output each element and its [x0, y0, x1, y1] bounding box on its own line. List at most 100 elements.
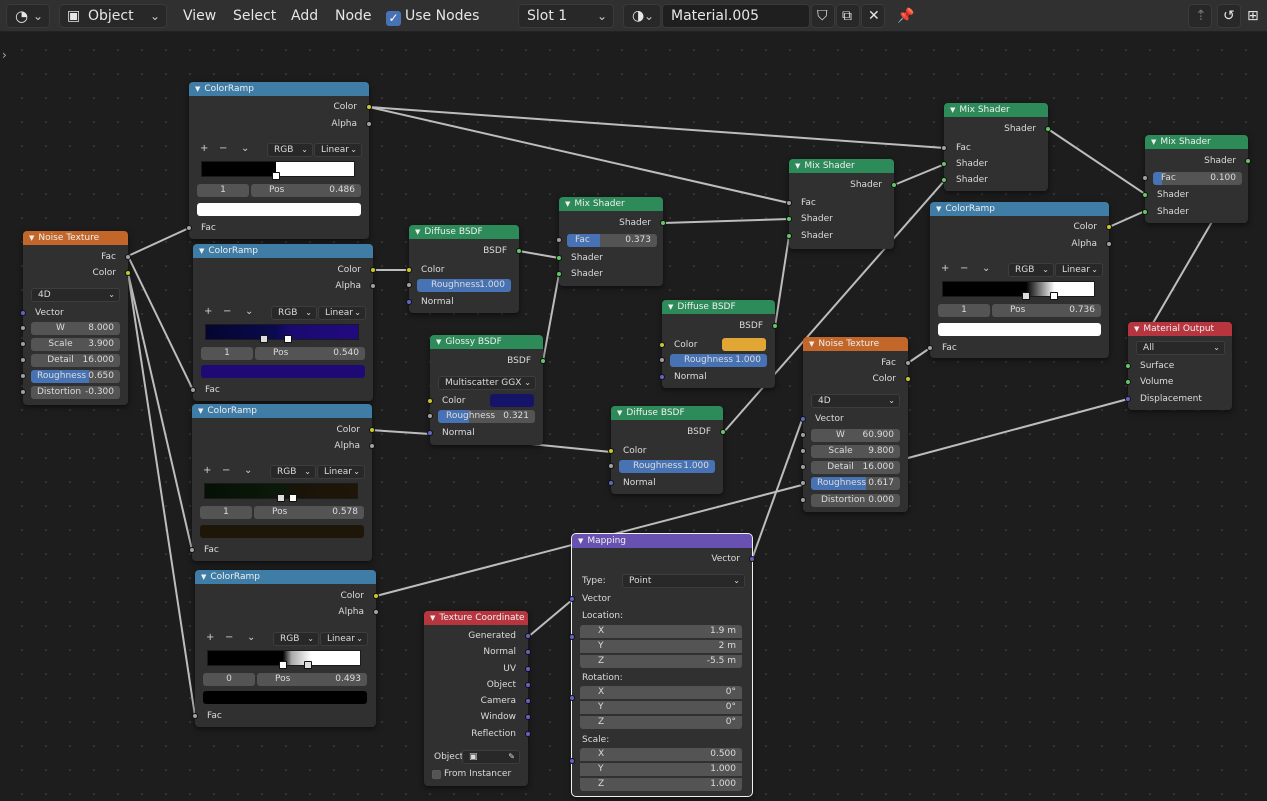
socket-shader-in[interactable] [556, 255, 562, 261]
location-z-field[interactable]: Z -5.5 m [580, 655, 742, 668]
node-material-output[interactable]: ▼ Material Output All ⌄ Surface Volume Dis… [1125, 322, 1232, 410]
socket-fac-in[interactable] [556, 237, 562, 243]
color-ramp-gradient[interactable] [205, 324, 359, 343]
socket-fac-in[interactable] [190, 387, 196, 393]
socket-alpha-out[interactable] [366, 121, 372, 127]
mode-selector[interactable]: ▣ Object ⌄ [59, 4, 167, 28]
socket-bsdf-out[interactable] [516, 248, 522, 254]
scale-field[interactable]: Scale 3.900 [31, 338, 120, 351]
stop-color-swatch[interactable] [203, 691, 367, 704]
roughness-field[interactable]: Roughness 1.000 [619, 460, 715, 473]
node-header[interactable]: ▼ Glossy BSDF [430, 335, 543, 349]
interpolation-dropdown[interactable]: Linear ⌄ [320, 632, 368, 646]
socket-rotation-in[interactable] [569, 695, 575, 701]
socket-color-in[interactable] [608, 448, 614, 454]
stop-color-swatch[interactable] [938, 323, 1101, 336]
socket-detail-in[interactable] [20, 357, 26, 363]
socket-bsdf-out[interactable] [772, 323, 778, 329]
color-ramp-gradient[interactable] [204, 483, 358, 502]
node-texture-coordinate[interactable]: ▼ Texture Coordinate Generated Normal UV … [424, 611, 531, 786]
menu-select[interactable]: Select [233, 4, 276, 28]
socket-color-out[interactable] [905, 376, 911, 382]
node-mix-shader-4[interactable]: ▼ Mix Shader Shader Fac 0.100 Shader Shade… [1142, 135, 1251, 223]
chevron-down-icon[interactable]: ⌄ [245, 306, 253, 317]
socket-fac-in[interactable] [786, 200, 792, 206]
ramp-stop-marker[interactable] [278, 661, 287, 669]
socket-color-in[interactable] [406, 267, 412, 273]
rotation-z-field[interactable]: Z 0° [580, 716, 742, 729]
menu-node[interactable]: Node [335, 4, 372, 28]
socket-displacement-in[interactable] [1125, 396, 1131, 402]
eyedropper-icon[interactable]: ✎ [508, 751, 515, 763]
socket-roughness-in[interactable] [608, 463, 614, 469]
socket-normal-out[interactable] [525, 649, 531, 655]
stop-position-field[interactable]: Pos 0.493 [257, 673, 367, 686]
socket-distortion-in[interactable] [20, 389, 26, 395]
collapse-icon[interactable]: ▼ [565, 200, 570, 208]
socket-w-in[interactable] [800, 432, 806, 438]
remove-stop-icon[interactable]: − [225, 632, 233, 643]
from-instancer-checkbox[interactable] [432, 770, 441, 779]
socket-roughness-in[interactable] [427, 413, 433, 419]
remove-stop-icon[interactable]: − [219, 143, 227, 154]
snap-toggle[interactable]: ↺ [1217, 4, 1241, 28]
detail-field[interactable]: Detail 16.000 [31, 354, 120, 367]
stop-color-swatch[interactable] [200, 525, 364, 538]
socket-shader-in[interactable] [786, 216, 792, 222]
location-x-field[interactable]: X 1.9 m [580, 625, 742, 638]
add-stop-icon[interactable]: + [204, 306, 212, 317]
node-header[interactable]: ▼ ColorRamp [195, 570, 376, 584]
socket-shader-in[interactable] [1142, 209, 1148, 215]
collapse-icon[interactable]: ▼ [430, 614, 435, 622]
ramp-stop-marker[interactable] [1022, 292, 1031, 300]
socket-shader-in[interactable] [941, 161, 947, 167]
socket-vector-in[interactable] [800, 416, 806, 422]
socket-object-out[interactable] [525, 682, 531, 688]
duplicate-material-button[interactable]: ⧉ [836, 4, 860, 28]
editor-type-selector[interactable]: ◔ ⌄ [6, 4, 50, 28]
collapse-icon[interactable]: ▼ [578, 537, 583, 545]
location-y-field[interactable]: Y2 m [580, 640, 742, 653]
rotation-y-field[interactable]: Y 0° [580, 701, 742, 714]
socket-color-out[interactable] [125, 270, 131, 276]
stop-color-swatch[interactable] [197, 203, 361, 216]
pin-button[interactable]: 📌 [897, 4, 914, 28]
socket-normal-in[interactable] [406, 299, 412, 305]
fake-user-button[interactable]: ⛉ [811, 4, 835, 28]
color-mode-dropdown[interactable]: RGB ⌄ [267, 143, 313, 157]
collapse-icon[interactable]: ▼ [198, 407, 203, 415]
color-mode-dropdown[interactable]: RGB ⌄ [270, 465, 316, 479]
socket-uv-out[interactable] [525, 666, 531, 672]
ramp-stop-marker[interactable] [277, 494, 285, 502]
collapse-icon[interactable]: ▼ [795, 162, 800, 170]
socket-color-in[interactable] [659, 342, 665, 348]
socket-roughness-in[interactable] [800, 480, 806, 486]
socket-alpha-out[interactable] [1106, 241, 1112, 247]
socket-fac-in[interactable] [927, 345, 933, 351]
node-header[interactable]: ▼ Mix Shader [559, 197, 663, 211]
socket-fac-out[interactable] [905, 360, 911, 366]
socket-roughness-in[interactable] [406, 282, 412, 288]
add-stop-icon[interactable]: + [206, 632, 214, 643]
socket-fac-in[interactable] [192, 713, 198, 719]
node-header[interactable]: ▼ Noise Texture [23, 231, 128, 245]
node-colorramp-5[interactable]: ▼ ColorRamp Color Alpha + − ⌄ RGB ⌄ Linear ⌄ … [927, 202, 1112, 358]
node-colorramp-2[interactable]: ▼ ColorRamp Color Alpha + − ⌄ RGB ⌄ Linear ⌄ … [190, 244, 376, 401]
socket-color-out[interactable] [370, 267, 376, 273]
socket-roughness-in[interactable] [659, 357, 665, 363]
ramp-stop-marker[interactable] [1050, 292, 1059, 300]
stop-index-field[interactable]: 1 [200, 506, 252, 519]
scale-x-field[interactable]: X 0.500 [580, 748, 742, 761]
remove-stop-icon[interactable]: − [960, 263, 968, 274]
remove-stop-icon[interactable]: − [222, 465, 230, 476]
stop-position-field[interactable]: Pos 0.540 [255, 347, 365, 360]
node-diffuse-bsdf-3[interactable]: ▼ Diffuse BSDF BSDF Color Roughness 1.000 … [608, 406, 726, 494]
add-stop-icon[interactable]: + [203, 465, 211, 476]
parent-node-tree-button[interactable]: ⇡ [1188, 4, 1212, 28]
socket-shader-in[interactable] [556, 271, 562, 277]
socket-color-out[interactable] [373, 593, 379, 599]
socket-normal-in[interactable] [659, 374, 665, 380]
socket-alpha-out[interactable] [373, 609, 379, 615]
socket-w-in[interactable] [20, 325, 26, 331]
socket-shader-in[interactable] [941, 177, 947, 183]
